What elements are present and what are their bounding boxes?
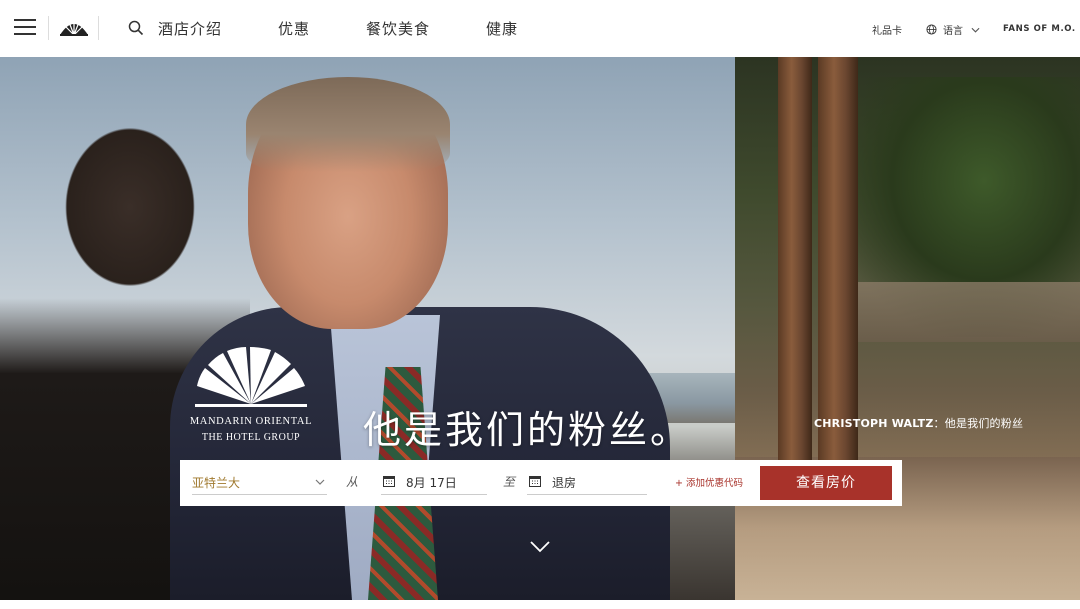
nav-item-wellness[interactable]: 健康	[486, 18, 518, 39]
caption-text: ：他是我们的粉丝	[933, 417, 1024, 430]
chevron-down-icon	[971, 27, 980, 33]
top-navigation-bar: 酒店介绍 优惠 餐饮美食 健康 礼品卡 语言 FANS OF M.O.	[0, 0, 1080, 57]
page-bottom-edge	[0, 600, 1080, 609]
mandarin-oriental-fan-logo	[195, 347, 307, 407]
divider	[98, 16, 99, 40]
to-label: 至	[503, 475, 516, 489]
hamburger-menu-icon[interactable]	[14, 19, 36, 35]
check-rates-button[interactable]: 查看房价	[760, 466, 892, 500]
nav-item-hotel-intro[interactable]: 酒店介绍	[158, 18, 222, 39]
wooden-post	[818, 57, 858, 477]
nav-item-offers[interactable]: 优惠	[278, 18, 310, 39]
check-out-date-field[interactable]: 退房	[527, 469, 647, 495]
scroll-down-chevron-icon[interactable]	[530, 541, 550, 553]
search-icon[interactable]	[128, 20, 144, 36]
hero-headline: 他是我们的粉丝。	[363, 408, 692, 452]
hero-banner	[0, 57, 1080, 600]
add-promo-code-link[interactable]: + 添加优惠代码	[675, 475, 743, 489]
hero-caption: CHRISTOPH WALTZ：他是我们的粉丝	[814, 415, 1023, 431]
main-nav: 酒店介绍 优惠 餐饮美食 健康	[158, 18, 518, 39]
wooden-post	[778, 57, 812, 477]
check-out-value: 退房	[552, 476, 577, 490]
globe-icon	[926, 24, 937, 35]
nav-item-dining[interactable]: 餐饮美食	[366, 18, 430, 39]
brand-subtitle: THE HOTEL GROUP	[201, 432, 301, 443]
calendar-icon	[529, 476, 541, 487]
calendar-icon	[383, 476, 395, 487]
fan-logo-icon[interactable]	[58, 19, 90, 37]
caption-name: CHRISTOPH WALTZ	[814, 417, 934, 430]
hero-background-wall	[858, 282, 1080, 342]
fans-of-mo-link[interactable]: FANS OF M.O.	[1003, 24, 1076, 34]
check-in-date-field[interactable]: 8月 17日	[381, 469, 487, 495]
brand-name: MANDARIN ORIENTAL	[189, 416, 313, 427]
language-selector[interactable]: 语言	[926, 22, 980, 37]
portrait-hair	[246, 77, 450, 172]
language-label: 语言	[943, 26, 963, 37]
booking-bar: 亚特兰大 从 8月 17日 至 退房 + 添加优惠代码 查看房价	[180, 460, 902, 506]
chevron-down-icon	[315, 479, 325, 485]
from-label: 从	[346, 475, 359, 489]
destination-select[interactable]: 亚特兰大	[192, 469, 327, 495]
divider	[48, 16, 49, 40]
destination-value: 亚特兰大	[192, 476, 241, 490]
check-in-value: 8月 17日	[406, 476, 457, 490]
gift-card-link[interactable]: 礼品卡	[872, 22, 902, 37]
